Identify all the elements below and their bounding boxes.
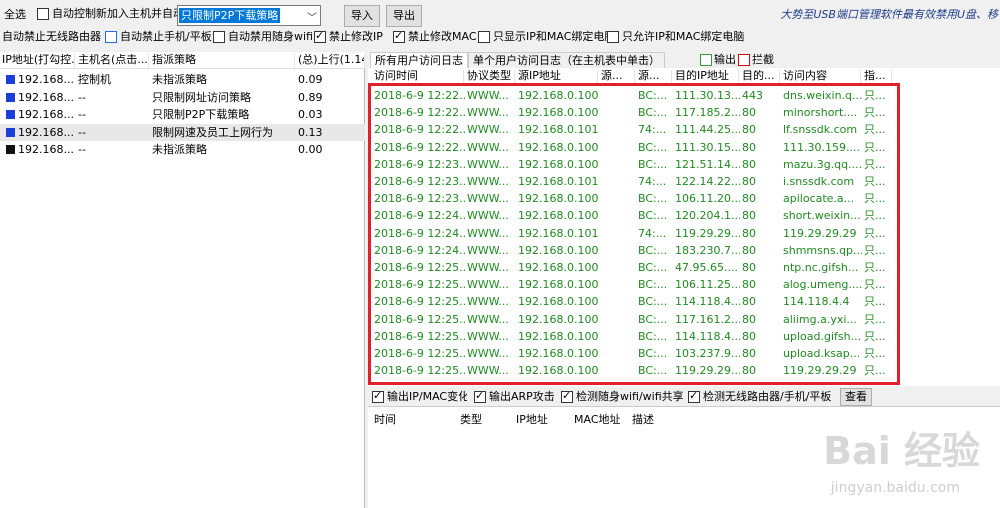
host-name: 控制机 xyxy=(78,73,111,86)
export-button[interactable]: 导出 xyxy=(386,5,422,27)
option-checkbox-5[interactable] xyxy=(478,31,490,43)
log-col-dst-ip[interactable]: 目的IP地址 xyxy=(673,70,739,84)
output-checkbox[interactable] xyxy=(700,54,712,66)
host-ip: 192.168.... xyxy=(18,108,74,121)
option-checkbox-6[interactable] xyxy=(607,31,619,43)
host-row[interactable]: 192.168.... -- 限制网速及员工上网行为 0.13 xyxy=(0,123,365,141)
log-col-src-2[interactable]: 源... xyxy=(599,70,635,84)
bottom-option-checkbox-2[interactable] xyxy=(561,389,573,403)
host-upload: 0.00 xyxy=(298,143,323,156)
chevron-down-icon: ﹀ xyxy=(307,13,317,24)
host-col-policy[interactable]: 指派策略 xyxy=(150,54,295,68)
alert-col-time[interactable]: 时间 xyxy=(374,411,396,427)
ad-banner[interactable]: 大势至USB端口管理软件最有效禁用U盘、移 xyxy=(780,6,998,22)
intercept-checkbox[interactable] xyxy=(738,54,750,66)
log-col-src-mac[interactable]: 源... xyxy=(636,70,672,84)
intercept-label: 拦截 xyxy=(752,53,774,66)
log-col-policy[interactable]: 指... xyxy=(862,70,892,84)
bottom-option-label-1: 输出ARP攻击 xyxy=(489,390,555,403)
log-col-time[interactable]: 访问时间 xyxy=(372,70,464,84)
log-col-protocol[interactable]: 协议类型 xyxy=(465,70,515,84)
option-checkbox-3[interactable] xyxy=(314,29,326,43)
policy-select[interactable]: 只限制P2P下载策略 ﹀ xyxy=(177,5,321,26)
option-label-1: 自动禁止手机/平板 xyxy=(120,30,212,43)
option-label-6: 只允许IP和MAC绑定电脑 xyxy=(622,30,745,43)
host-name: -- xyxy=(78,143,86,156)
host-row[interactable]: 192.168.... 控制机 未指派策略 0.09 xyxy=(0,71,365,88)
host-upload: 0.89 xyxy=(298,90,323,104)
option-checkbox-1[interactable] xyxy=(105,31,117,43)
alert-col-type[interactable]: 类型 xyxy=(460,411,482,427)
computer-icon xyxy=(6,92,15,102)
host-list-panel: IP地址(打勾控... 主机名(点击... 指派策略 (总)上行(1.14...… xyxy=(0,52,365,508)
host-policy: 未指派策略 xyxy=(152,143,207,156)
computer-icon xyxy=(6,145,15,154)
option-label-0: 自动禁止无线路由器 xyxy=(2,30,101,43)
baidu-watermark-logo: Bai 经验 xyxy=(823,429,980,473)
bottom-option-label-2: 检测随身wifi/wifi共享 xyxy=(576,390,684,403)
bottom-option-label-0: 输出IP/MAC变化 xyxy=(387,390,467,403)
host-row[interactable]: 192.168.... -- 未指派策略 0.00 xyxy=(0,141,365,158)
host-ip: 192.168.... xyxy=(18,90,74,104)
host-ip: 192.168.... xyxy=(18,125,74,139)
computer-icon xyxy=(6,110,15,119)
auto-control-checkbox[interactable] xyxy=(37,8,49,20)
bottom-option-checkbox-3[interactable] xyxy=(688,389,700,403)
option-checkbox-4[interactable] xyxy=(393,29,405,43)
policy-select-value: 只限制P2P下载策略 xyxy=(179,8,281,23)
baidu-watermark-url: jingyan.baidu.com xyxy=(830,480,960,496)
option-label-3: 禁止修改IP xyxy=(329,30,383,43)
host-policy: 只限制网址访问策略 xyxy=(152,90,251,104)
option-label-5: 只显示IP和MAC绑定电脑 xyxy=(493,30,609,43)
log-col-content[interactable]: 访问内容 xyxy=(781,70,861,84)
bottom-option-checkbox-0[interactable] xyxy=(372,389,384,403)
option-bar: 自动禁止无线路由器 自动禁止手机/平板 自动禁用随身wifi 禁止修改IP 禁止… xyxy=(0,28,1000,46)
host-upload: 0.03 xyxy=(298,108,323,121)
alert-col-ip[interactable]: IP地址 xyxy=(516,411,548,427)
auto-control-label: 自动控制新加入主机并自动 xyxy=(52,7,178,20)
computer-icon xyxy=(6,127,15,137)
log-col-dst-port[interactable]: 目的... xyxy=(740,70,780,84)
top-toolbar: 全选 自动控制新加入主机并自动 只限制P2P下载策略 ﹀ 导入 导出 大势至US… xyxy=(0,0,1000,28)
import-button[interactable]: 导入 xyxy=(344,5,380,27)
log-col-src-ip[interactable]: 源IP地址 xyxy=(516,70,598,84)
host-table-header: IP地址(打勾控... 主机名(点击... 指派策略 (总)上行(1.14... xyxy=(0,52,365,69)
host-col-name[interactable]: 主机名(点击... xyxy=(76,54,149,68)
host-name: -- xyxy=(78,125,86,139)
host-policy: 只限制P2P下载策略 xyxy=(152,108,250,121)
host-ip: 192.168.... xyxy=(18,143,74,156)
log-tabs: 所有用户访问日志 单个用户访问日志（在主机表中单击） 输出 拦截 xyxy=(368,52,1000,68)
host-ip: 192.168.... xyxy=(18,73,74,86)
host-policy: 未指派策略 xyxy=(152,73,207,86)
host-upload: 0.13 xyxy=(298,125,323,139)
host-col-ip[interactable]: IP地址(打勾控... xyxy=(0,54,75,68)
host-name: -- xyxy=(78,108,86,121)
option-label-4: 禁止修改MAC xyxy=(408,30,477,43)
bottom-option-checkbox-1[interactable] xyxy=(474,389,486,403)
select-all-label[interactable]: 全选 xyxy=(4,8,26,22)
bottom-option-label-3: 检测无线路由器/手机/平板 xyxy=(703,390,832,403)
highlight-box xyxy=(368,83,900,385)
host-policy: 限制网速及员工上网行为 xyxy=(152,125,273,139)
option-checkbox-2[interactable] xyxy=(213,31,225,43)
output-label: 输出 xyxy=(714,53,736,66)
detection-option-bar: 输出IP/MAC变化 输出ARP攻击 检测随身wifi/wifi共享 检测无线路… xyxy=(368,388,1000,406)
computer-icon xyxy=(6,75,15,84)
host-row[interactable]: 192.168.... -- 只限制网址访问策略 0.89 xyxy=(0,89,365,106)
host-name: -- xyxy=(78,90,86,104)
tab-all-users-log[interactable]: 所有用户访问日志 xyxy=(370,52,468,68)
view-button[interactable]: 查看 xyxy=(840,388,872,406)
host-col-upload[interactable]: (总)上行(1.14... xyxy=(296,54,365,68)
host-upload: 0.09 xyxy=(298,73,323,86)
alert-col-mac[interactable]: MAC地址 xyxy=(574,411,621,427)
alert-col-desc[interactable]: 描述 xyxy=(632,411,654,427)
option-label-2: 自动禁用随身wifi xyxy=(228,30,313,43)
tab-single-user-log[interactable]: 单个用户访问日志（在主机表中单击） xyxy=(468,52,665,68)
host-row[interactable]: 192.168.... -- 只限制P2P下载策略 0.03 xyxy=(0,106,365,123)
